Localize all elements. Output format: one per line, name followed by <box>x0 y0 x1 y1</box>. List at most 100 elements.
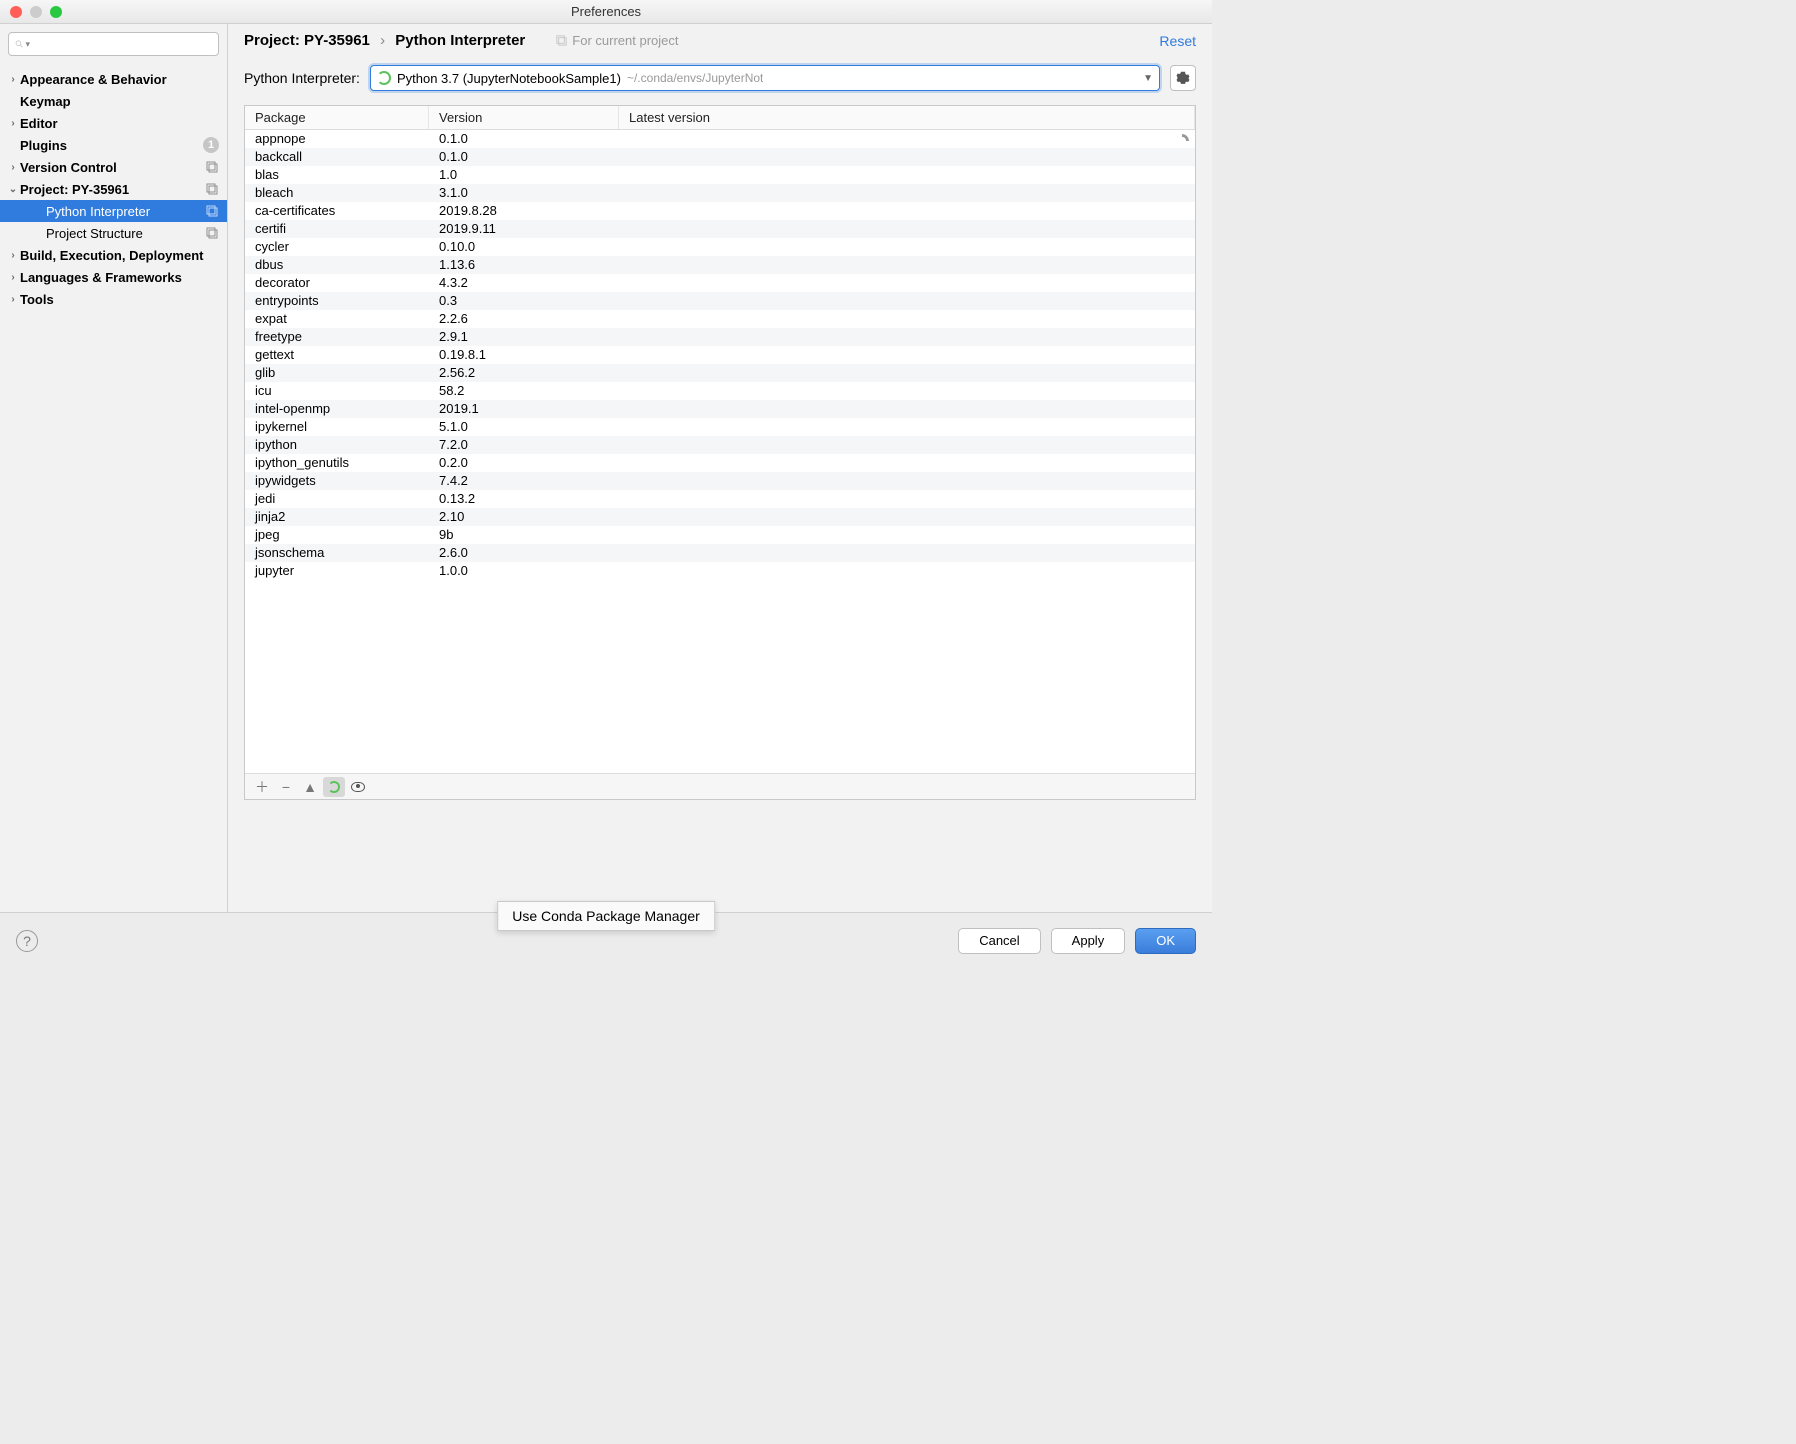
package-version: 3.1.0 <box>429 184 619 202</box>
package-version: 1.13.6 <box>429 256 619 274</box>
sidebar-item-label: Plugins <box>20 138 203 153</box>
package-latest <box>619 130 1195 148</box>
cancel-button[interactable]: Cancel <box>958 928 1040 954</box>
package-latest <box>619 544 1195 562</box>
sidebar-item-project-structure[interactable]: Project Structure <box>0 222 227 244</box>
interpreter-path: ~/.conda/envs/JupyterNot <box>627 71 763 85</box>
table-row[interactable]: entrypoints0.3 <box>245 292 1195 310</box>
table-row[interactable]: decorator4.3.2 <box>245 274 1195 292</box>
sidebar-item-python-interpreter[interactable]: Python Interpreter <box>0 200 227 222</box>
package-latest <box>619 148 1195 166</box>
table-body[interactable]: appnope0.1.0backcall0.1.0blas1.0bleach3.… <box>245 130 1195 773</box>
package-version: 1.0.0 <box>429 562 619 580</box>
package-version: 0.13.2 <box>429 490 619 508</box>
sidebar-item-label: Tools <box>20 292 227 307</box>
chevron-right-icon: › <box>6 74 20 85</box>
table-row[interactable]: ipython7.2.0 <box>245 436 1195 454</box>
reset-link[interactable]: Reset <box>1159 33 1196 49</box>
table-row[interactable]: dbus1.13.6 <box>245 256 1195 274</box>
table-row[interactable]: icu58.2 <box>245 382 1195 400</box>
sidebar-item-languages-frameworks[interactable]: ›Languages & Frameworks <box>0 266 227 288</box>
table-row[interactable]: blas1.0 <box>245 166 1195 184</box>
table-row[interactable]: jupyter1.0.0 <box>245 562 1195 580</box>
table-row[interactable]: ca-certificates2019.8.28 <box>245 202 1195 220</box>
sidebar-item-project-py-35961[interactable]: ⌄Project: PY-35961 <box>0 178 227 200</box>
header: Project: PY-35961 › Python Interpreter F… <box>228 24 1212 55</box>
search-field[interactable] <box>36 37 212 52</box>
sidebar-item-version-control[interactable]: ›Version Control <box>0 156 227 178</box>
table-row[interactable]: appnope0.1.0 <box>245 130 1195 148</box>
package-version: 0.10.0 <box>429 238 619 256</box>
copy-icon <box>205 182 219 196</box>
scope-badge: For current project <box>555 33 678 48</box>
show-early-releases-button[interactable] <box>347 777 369 797</box>
breadcrumb-separator-icon: › <box>380 32 385 49</box>
remove-package-button[interactable]: − <box>275 777 297 797</box>
sidebar-item-plugins[interactable]: Plugins1 <box>0 134 227 156</box>
breadcrumb: Project: PY-35961 › Python Interpreter <box>244 32 525 49</box>
titlebar: Preferences <box>0 0 1212 24</box>
table-row[interactable]: gettext0.19.8.1 <box>245 346 1195 364</box>
sidebar-item-tools[interactable]: ›Tools <box>0 288 227 310</box>
table-row[interactable]: bleach3.1.0 <box>245 184 1195 202</box>
interpreter-dropdown[interactable]: Python 3.7 (JupyterNotebookSample1) ~/.c… <box>370 65 1160 91</box>
package-version: 2.10 <box>429 508 619 526</box>
interpreter-row: Python Interpreter: Python 3.7 (JupyterN… <box>228 55 1212 105</box>
package-version: 0.2.0 <box>429 454 619 472</box>
upgrade-package-button[interactable]: ▲ <box>299 777 321 797</box>
sidebar-item-label: Project: PY-35961 <box>20 182 205 197</box>
ok-button[interactable]: OK <box>1135 928 1196 954</box>
sidebar-item-build-execution-deployment[interactable]: ›Build, Execution, Deployment <box>0 244 227 266</box>
package-latest <box>619 454 1195 472</box>
sidebar-item-editor[interactable]: ›Editor <box>0 112 227 134</box>
table-row[interactable]: jsonschema2.6.0 <box>245 544 1195 562</box>
table-row[interactable]: jinja22.10 <box>245 508 1195 526</box>
package-name: icu <box>245 382 429 400</box>
loading-spinner-icon <box>377 71 391 85</box>
table-row[interactable]: intel-openmp2019.1 <box>245 400 1195 418</box>
breadcrumb-root[interactable]: Project: PY-35961 <box>244 32 370 49</box>
package-latest <box>619 346 1195 364</box>
help-button[interactable]: ? <box>16 930 38 952</box>
table-row[interactable]: jedi0.13.2 <box>245 490 1195 508</box>
column-latest[interactable]: Latest version <box>619 106 1195 129</box>
sidebar: ▾ ›Appearance & BehaviorKeymap›EditorPlu… <box>0 24 228 912</box>
package-version: 9b <box>429 526 619 544</box>
copy-icon <box>205 226 219 240</box>
table-row[interactable]: expat2.2.6 <box>245 310 1195 328</box>
package-name: gettext <box>245 346 429 364</box>
table-row[interactable]: ipython_genutils0.2.0 <box>245 454 1195 472</box>
package-name: jinja2 <box>245 508 429 526</box>
interpreter-settings-button[interactable] <box>1170 65 1196 91</box>
package-version: 7.2.0 <box>429 436 619 454</box>
sidebar-item-appearance-behavior[interactable]: ›Appearance & Behavior <box>0 68 227 90</box>
table-row[interactable]: glib2.56.2 <box>245 364 1195 382</box>
package-version: 0.1.0 <box>429 148 619 166</box>
search-input[interactable]: ▾ <box>8 32 219 56</box>
table-row[interactable]: freetype2.9.1 <box>245 328 1195 346</box>
package-name: certifi <box>245 220 429 238</box>
table-row[interactable]: ipywidgets7.4.2 <box>245 472 1195 490</box>
table-row[interactable]: backcall0.1.0 <box>245 148 1195 166</box>
package-name: bleach <box>245 184 429 202</box>
packages-table: Package Version Latest version appnope0.… <box>244 105 1196 800</box>
sidebar-item-keymap[interactable]: Keymap <box>0 90 227 112</box>
table-row[interactable]: jpeg9b <box>245 526 1195 544</box>
table-row[interactable]: certifi2019.9.11 <box>245 220 1195 238</box>
package-name: entrypoints <box>245 292 429 310</box>
table-row[interactable]: ipykernel5.1.0 <box>245 418 1195 436</box>
use-conda-button[interactable] <box>323 777 345 797</box>
add-package-button[interactable]: ＋ <box>251 777 273 797</box>
package-name: ipython <box>245 436 429 454</box>
sidebar-item-label: Build, Execution, Deployment <box>20 248 227 263</box>
table-row[interactable]: cycler0.10.0 <box>245 238 1195 256</box>
main-panel: Project: PY-35961 › Python Interpreter F… <box>228 24 1212 912</box>
package-latest <box>619 292 1195 310</box>
package-latest <box>619 526 1195 544</box>
interpreter-label: Python Interpreter: <box>244 70 360 86</box>
apply-button[interactable]: Apply <box>1051 928 1126 954</box>
column-version[interactable]: Version <box>429 106 619 129</box>
search-dropdown-icon[interactable]: ▾ <box>25 39 30 50</box>
interpreter-name: Python 3.7 (JupyterNotebookSample1) <box>397 71 621 86</box>
column-package[interactable]: Package <box>245 106 429 129</box>
